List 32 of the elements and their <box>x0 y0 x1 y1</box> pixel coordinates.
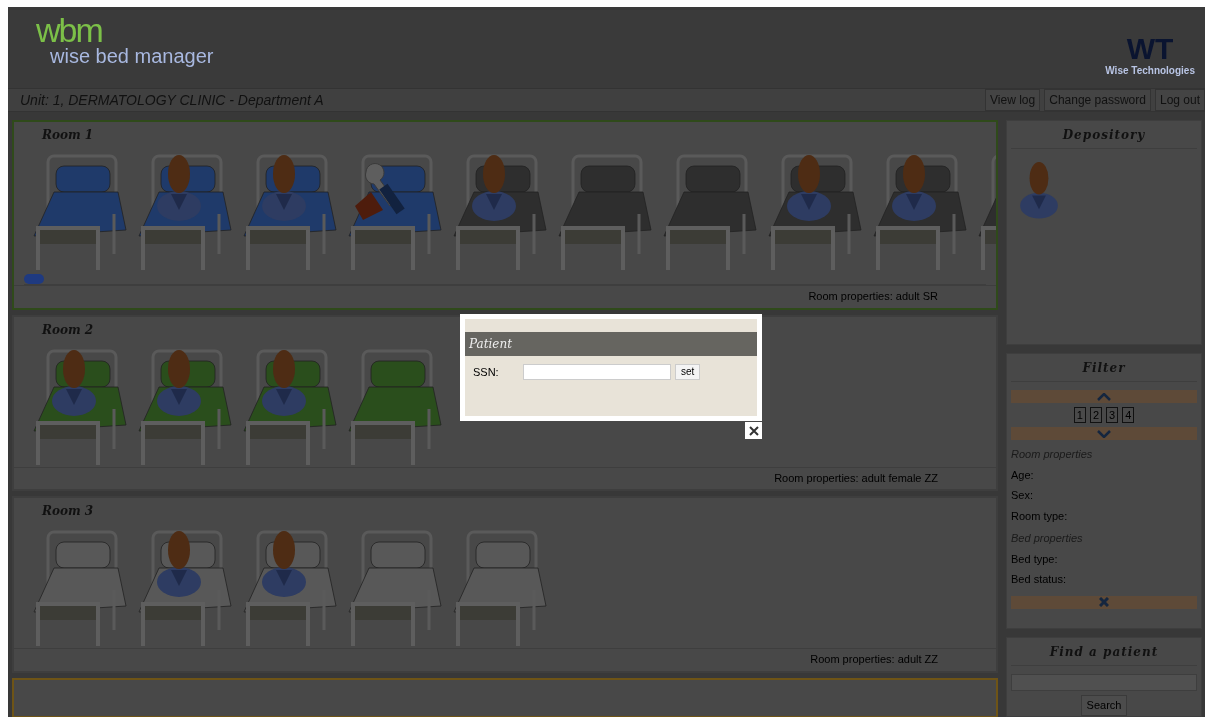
page-button[interactable]: 3 <box>1106 407 1119 423</box>
logo-mark: wbm <box>36 15 102 45</box>
ssn-label: SSN: <box>473 365 500 380</box>
logo-text: wise bed manager <box>49 45 214 67</box>
scrollbar[interactable] <box>24 274 986 285</box>
close-icon <box>748 425 759 436</box>
set-button[interactable]: set <box>675 364 701 381</box>
scroll-down-button[interactable] <box>1011 427 1197 440</box>
chevron-down-icon <box>1097 429 1111 438</box>
dialog-title: Patient <box>465 332 757 356</box>
chevron-up-icon <box>1097 392 1111 401</box>
room-properties: Room properties: adult SR <box>14 285 996 308</box>
panel-title: Find a patient <box>1011 640 1197 666</box>
panel-title: Depository <box>1011 123 1197 149</box>
scroll-up-button[interactable] <box>1011 390 1197 403</box>
page-button[interactable]: 1 <box>1073 407 1086 423</box>
filter-label: Bed type: <box>1011 551 1059 567</box>
scrollbar-thumb[interactable] <box>24 274 44 284</box>
company-name: Wise Technologies <box>1105 64 1195 78</box>
room-properties: Room properties: adult female ZZ <box>14 466 996 489</box>
page-button[interactable]: 4 <box>1122 407 1135 423</box>
page-button[interactable]: 2 <box>1089 407 1102 423</box>
close-button[interactable] <box>745 422 762 439</box>
filter-label: Bed status: <box>1011 572 1068 587</box>
ssn-field[interactable] <box>523 364 671 381</box>
filter-label: Room type: <box>1011 508 1069 524</box>
search-button[interactable]: Search <box>1080 695 1128 716</box>
filter-label: Sex: <box>1011 488 1034 503</box>
filter-label: Age: <box>1011 467 1035 483</box>
close-icon <box>1099 597 1109 607</box>
room-properties: Room properties: adult ZZ <box>14 648 996 671</box>
clear-filter-button[interactable] <box>1011 595 1197 609</box>
